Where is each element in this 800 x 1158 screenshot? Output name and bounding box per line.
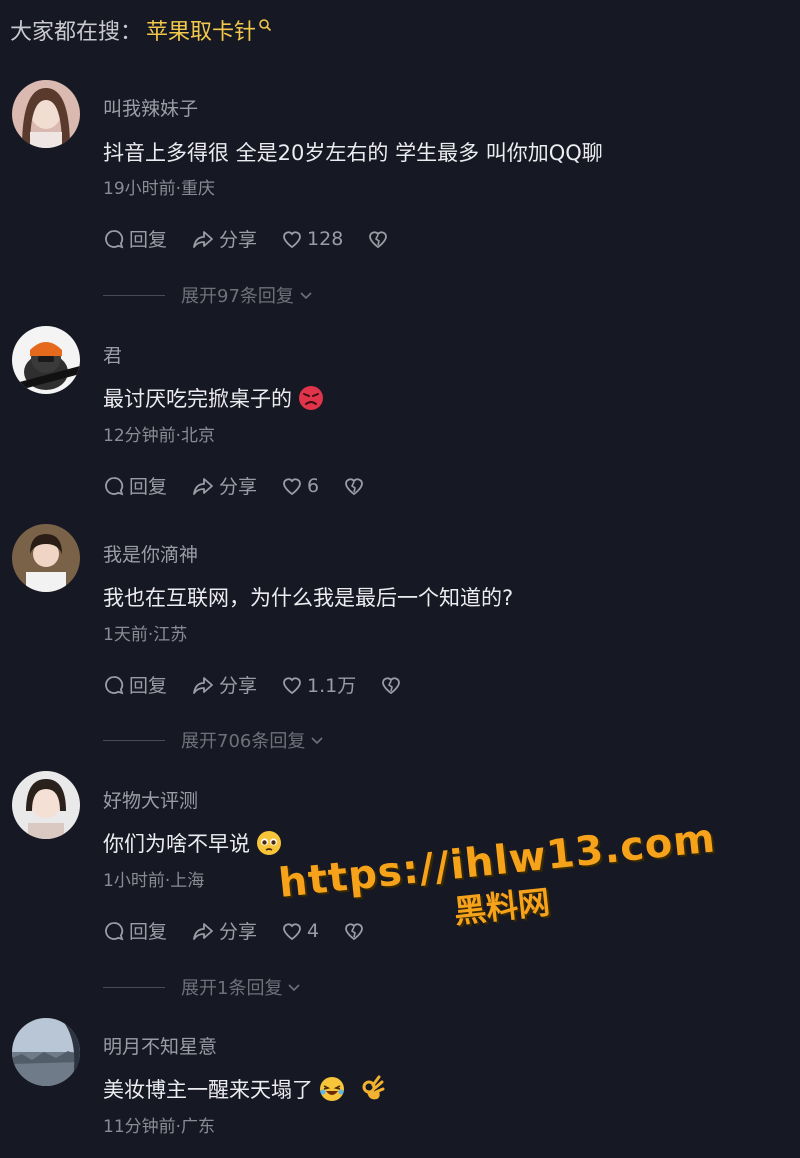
comment-meta: 12分钟前·北京: [103, 426, 216, 446]
comment-text-body: 你们为啥不早说: [103, 832, 250, 856]
reply-button[interactable]: 回复: [103, 671, 167, 698]
divider-line: [103, 739, 165, 741]
comment-bubble-icon: [105, 476, 124, 495]
comment-actions: 回复 分享 6: [103, 472, 393, 499]
reply-label: 回复: [129, 476, 168, 498]
dislike-button[interactable]: [367, 228, 393, 250]
comment-text: 最讨厌吃完掀桌子的: [103, 383, 324, 413]
share-icon: [193, 230, 213, 248]
broken-heart-icon: [369, 230, 388, 248]
avatar[interactable]: [12, 771, 80, 839]
comment-bubble-icon: [105, 675, 124, 694]
share-button[interactable]: 分享: [191, 917, 257, 944]
reply-button[interactable]: 回复: [103, 225, 167, 252]
share-icon: [193, 922, 213, 940]
share-icon: [193, 676, 213, 694]
share-icon: [193, 477, 213, 495]
like-button[interactable]: 6: [281, 475, 319, 497]
comment-username[interactable]: 好物大评测: [103, 786, 198, 813]
comment-username[interactable]: 叫我辣妹子: [103, 94, 198, 121]
chevron-down-icon: [288, 984, 301, 992]
comment-username[interactable]: 我是你滴神: [103, 540, 198, 567]
heart-icon: [283, 676, 301, 694]
laughing-face-icon: [320, 1077, 344, 1101]
comment-bubble-icon: [105, 921, 124, 940]
comment-text: 抖音上多得很 全是20岁左右的 学生最多 叫你加QQ聊: [103, 141, 603, 165]
broken-heart-icon: [345, 477, 364, 495]
avatar[interactable]: [12, 1018, 80, 1086]
comment-text: 你们为啥不早说: [103, 828, 282, 858]
avatar[interactable]: [12, 524, 80, 592]
watermark: https://ihlw13.com 黑料网: [276, 815, 722, 950]
heart-icon: [283, 477, 301, 495]
share-button[interactable]: 分享: [191, 472, 257, 499]
pleading-face-icon: [257, 831, 281, 855]
like-button[interactable]: 1.1万: [281, 671, 356, 698]
heart-icon: [283, 230, 301, 248]
like-count: 6: [307, 474, 320, 497]
comment-meta: 11分钟前·广东: [103, 1117, 216, 1137]
reply-button[interactable]: 回复: [103, 472, 167, 499]
expand-replies-button[interactable]: 展开1条回复: [103, 974, 302, 1000]
comment-actions: 回复 分享 1.1万: [103, 671, 430, 698]
divider-line: [103, 986, 165, 988]
search-hint-prefix: 大家都在搜：: [10, 20, 143, 45]
comment-meta: 1小时前·上海: [103, 871, 205, 891]
share-button[interactable]: 分享: [191, 671, 257, 698]
avatar[interactable]: [12, 326, 80, 394]
comment-text-body: 最讨厌吃完掀桌子的: [103, 387, 292, 411]
comment-username[interactable]: 明月不知星意: [103, 1032, 217, 1059]
expand-replies-label: 展开97条回复: [181, 286, 294, 307]
reply-label: 回复: [129, 921, 168, 943]
expand-replies-label: 展开706条回复: [181, 731, 306, 752]
search-keyword-link[interactable]: 苹果取卡针: [146, 14, 256, 46]
comment-text: 我也在互联网，为什么我是最后一个知道的?: [103, 586, 514, 610]
dislike-button[interactable]: [380, 674, 406, 696]
reply-label: 回复: [129, 675, 168, 697]
like-button[interactable]: 128: [281, 228, 343, 250]
expand-replies-button[interactable]: 展开97条回复: [103, 282, 314, 308]
divider-line: [103, 294, 165, 296]
share-label: 分享: [219, 921, 258, 943]
angry-face-icon: [299, 386, 323, 410]
dislike-button[interactable]: [343, 475, 369, 497]
comment-meta: 1天前·江苏: [103, 625, 188, 645]
expand-replies-button[interactable]: 展开706条回复: [103, 727, 325, 753]
chevron-down-icon: [311, 737, 323, 745]
reply-button[interactable]: 回复: [103, 917, 167, 944]
ok-hand-icon: [362, 1075, 385, 1100]
avatar[interactable]: [12, 80, 80, 148]
share-label: 分享: [219, 229, 258, 251]
expand-replies-label: 展开1条回复: [181, 978, 283, 999]
comment-text-body: 美妆博主一醒来天塌了: [103, 1078, 313, 1102]
search-icon: [259, 19, 272, 32]
search-hint-bar[interactable]: 大家都在搜： 苹果取卡针: [10, 14, 272, 46]
comment-username[interactable]: 君: [103, 341, 122, 368]
like-count: 128: [307, 227, 344, 250]
share-label: 分享: [219, 476, 258, 498]
share-button[interactable]: 分享: [191, 225, 257, 252]
share-label: 分享: [219, 675, 258, 697]
comment-meta: 19小时前·重庆: [103, 179, 216, 199]
comment-actions: 回复 分享 128: [103, 225, 417, 252]
broken-heart-icon: [382, 676, 401, 694]
reply-label: 回复: [129, 229, 168, 251]
chevron-down-icon: [300, 292, 312, 300]
comment-text: 美妆博主一醒来天塌了: [103, 1074, 385, 1104]
like-count: 1.1万: [307, 675, 357, 697]
comment-bubble-icon: [105, 229, 124, 248]
